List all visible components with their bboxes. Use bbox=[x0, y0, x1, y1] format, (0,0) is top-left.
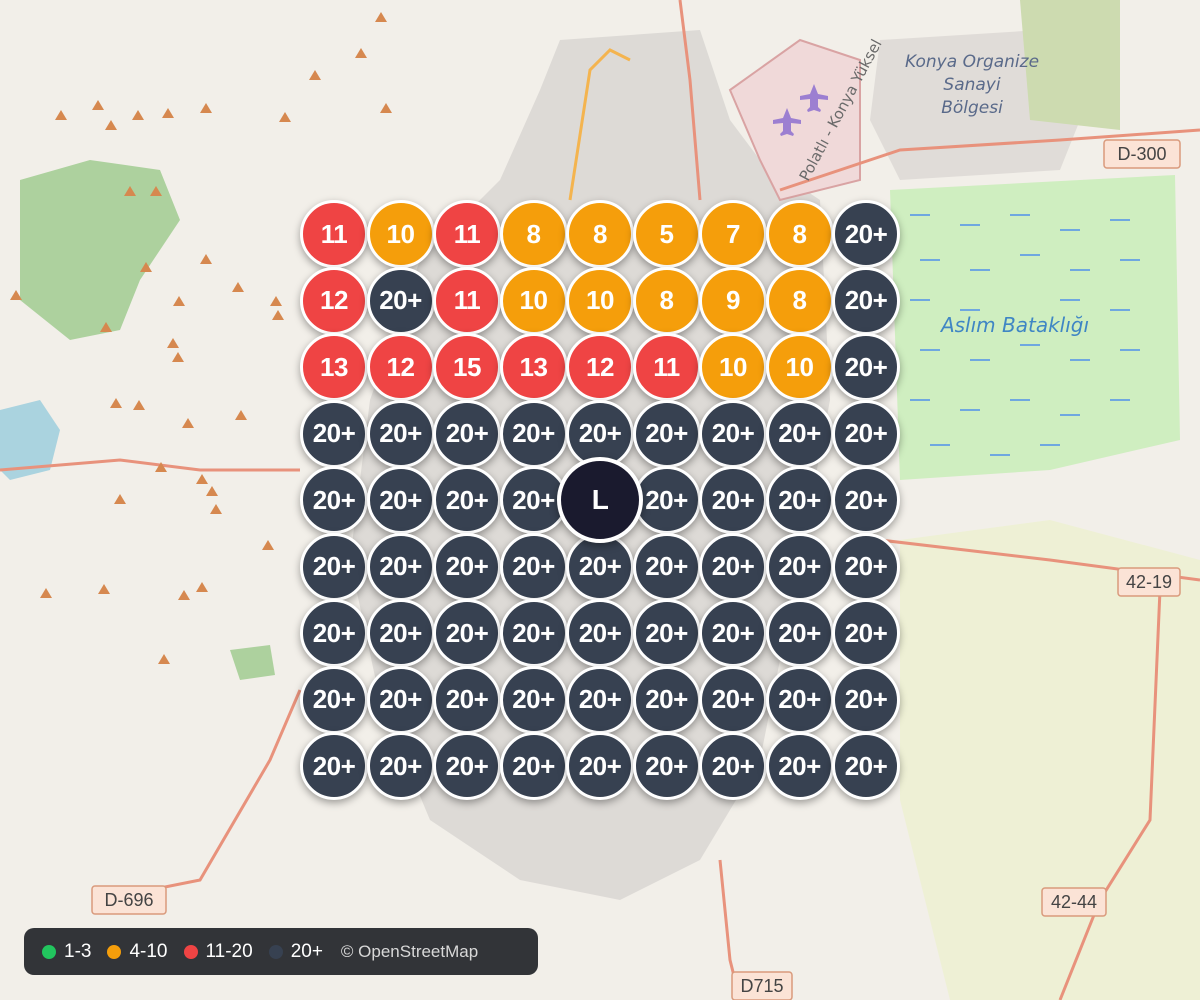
legend-item-high: 11-20 bbox=[183, 940, 253, 963]
rank-pin[interactable]: 20+ bbox=[632, 532, 701, 601]
rank-pin[interactable]: 10 bbox=[499, 266, 568, 335]
rank-pin[interactable]: 10 bbox=[699, 333, 767, 401]
rank-pin[interactable]: 20+ bbox=[499, 732, 568, 800]
legend-item-very-high: 20+ bbox=[268, 940, 323, 963]
rank-pin[interactable]: 8 bbox=[632, 266, 701, 335]
rank-pin[interactable]: 20+ bbox=[632, 732, 701, 800]
rank-pin[interactable]: 12 bbox=[300, 266, 368, 335]
rank-pin[interactable]: 12 bbox=[566, 333, 634, 401]
rank-pin[interactable]: 20+ bbox=[566, 732, 634, 800]
rank-pin[interactable]: 20+ bbox=[699, 399, 767, 468]
rank-pin[interactable]: 20+ bbox=[433, 665, 501, 734]
legend-item-medium: 4-10 bbox=[107, 940, 168, 963]
rank-pin[interactable]: 20+ bbox=[366, 466, 435, 534]
rank-pin[interactable]: 20+ bbox=[699, 732, 767, 800]
rank-pin[interactable]: 20+ bbox=[566, 599, 634, 667]
rank-pin[interactable]: 5 bbox=[632, 200, 701, 268]
rank-pin[interactable]: 20+ bbox=[300, 466, 368, 534]
rank-pin[interactable]: 12 bbox=[366, 333, 435, 401]
rank-pin[interactable]: 20+ bbox=[765, 532, 834, 601]
rank-pin[interactable]: 20+ bbox=[366, 399, 435, 468]
rank-grid: 11 10 11 8 8 5 7 8 20+ 12 20+ 11 10 10 8 9 8 20+ 13 12 15 13 1… bbox=[0, 0, 1200, 1000]
rank-pin[interactable]: 20+ bbox=[832, 266, 900, 335]
rank-pin[interactable]: 20+ bbox=[499, 599, 568, 667]
rank-pin[interactable]: 15 bbox=[433, 333, 501, 401]
rank-pin[interactable]: 20+ bbox=[765, 399, 834, 468]
rank-pin[interactable]: 20+ bbox=[300, 599, 368, 667]
rank-pin[interactable]: 11 bbox=[433, 200, 501, 268]
legend-label: 4-10 bbox=[129, 940, 168, 962]
rank-pin[interactable]: 20+ bbox=[499, 665, 568, 734]
rank-pin[interactable]: 8 bbox=[765, 200, 834, 268]
map-legend: 1-3 4-10 11-20 20+ © OpenStreetMap bbox=[24, 928, 538, 975]
rank-pin[interactable]: 20+ bbox=[366, 599, 435, 667]
rank-pin[interactable]: 20+ bbox=[699, 599, 767, 667]
rank-pin[interactable]: 20+ bbox=[632, 665, 701, 734]
rank-pin[interactable]: 20+ bbox=[499, 532, 568, 601]
rank-pin[interactable]: 20+ bbox=[433, 599, 501, 667]
rank-pin[interactable]: 11 bbox=[300, 200, 368, 268]
rank-pin[interactable]: 20+ bbox=[832, 200, 900, 268]
legend-item-low: 1-3 bbox=[42, 941, 91, 963]
rank-pin[interactable]: 8 bbox=[765, 266, 834, 335]
rank-pin[interactable]: 20+ bbox=[366, 532, 435, 601]
rank-pin[interactable]: 20+ bbox=[499, 399, 568, 468]
rank-pin[interactable]: 20+ bbox=[699, 532, 767, 601]
legend-dot bbox=[107, 944, 122, 959]
rank-pin[interactable]: 20+ bbox=[699, 466, 767, 534]
rank-pin[interactable]: 20+ bbox=[765, 599, 834, 667]
rank-pin[interactable]: 20+ bbox=[832, 399, 900, 468]
rank-pin[interactable]: 20+ bbox=[366, 732, 435, 800]
rank-pin[interactable]: 8 bbox=[566, 200, 634, 268]
rank-pin[interactable]: 20+ bbox=[300, 732, 368, 800]
center-location-marker[interactable]: L bbox=[557, 457, 643, 543]
rank-pin[interactable]: 20+ bbox=[699, 665, 767, 734]
rank-pin[interactable]: 20+ bbox=[566, 665, 634, 734]
rank-pin[interactable]: 10 bbox=[765, 333, 834, 401]
rank-pin[interactable]: 20+ bbox=[433, 732, 501, 800]
rank-pin[interactable]: 11 bbox=[433, 266, 501, 335]
rank-pin[interactable]: 20+ bbox=[765, 466, 834, 534]
rank-pin[interactable]: 20+ bbox=[300, 532, 368, 601]
rank-pin[interactable]: 13 bbox=[499, 333, 568, 401]
rank-pin[interactable]: 20+ bbox=[832, 333, 900, 401]
legend-label: 20+ bbox=[290, 940, 323, 962]
legend-dot bbox=[183, 944, 198, 959]
rank-pin[interactable]: 20+ bbox=[300, 399, 368, 468]
map-attribution[interactable]: © OpenStreetMap bbox=[341, 942, 478, 962]
rank-pin[interactable]: 20+ bbox=[366, 266, 435, 335]
rank-pin[interactable]: 7 bbox=[699, 200, 767, 268]
rank-pin[interactable]: 10 bbox=[366, 200, 435, 268]
rank-pin[interactable]: 20+ bbox=[433, 532, 501, 601]
rank-pin[interactable]: 20+ bbox=[632, 399, 701, 468]
rank-pin[interactable]: 9 bbox=[699, 266, 767, 335]
rank-pin[interactable]: 20+ bbox=[765, 732, 834, 800]
rank-pin[interactable]: 20+ bbox=[366, 665, 435, 734]
rank-pin[interactable]: 20+ bbox=[832, 732, 900, 800]
rank-pin[interactable]: 20+ bbox=[300, 665, 368, 734]
rank-pin[interactable]: 20+ bbox=[433, 399, 501, 468]
legend-label: 11-20 bbox=[205, 940, 253, 962]
legend-dot bbox=[268, 944, 283, 959]
rank-pin[interactable]: 10 bbox=[566, 266, 634, 335]
rank-pin[interactable]: 20+ bbox=[832, 665, 900, 734]
rank-pin[interactable]: 11 bbox=[632, 333, 701, 401]
rank-pin[interactable]: 13 bbox=[300, 333, 368, 401]
legend-dot bbox=[42, 944, 56, 959]
rank-pin[interactable]: 20+ bbox=[765, 665, 834, 734]
rank-pin[interactable]: 20+ bbox=[832, 532, 900, 601]
legend-label: 1-3 bbox=[64, 940, 92, 962]
rank-pin[interactable]: 20+ bbox=[832, 466, 900, 534]
rank-pin[interactable]: 8 bbox=[499, 200, 568, 268]
rank-pin[interactable]: 20+ bbox=[832, 599, 900, 667]
rank-pin[interactable]: 20+ bbox=[632, 599, 701, 667]
rank-pin[interactable]: 20+ bbox=[433, 466, 501, 534]
